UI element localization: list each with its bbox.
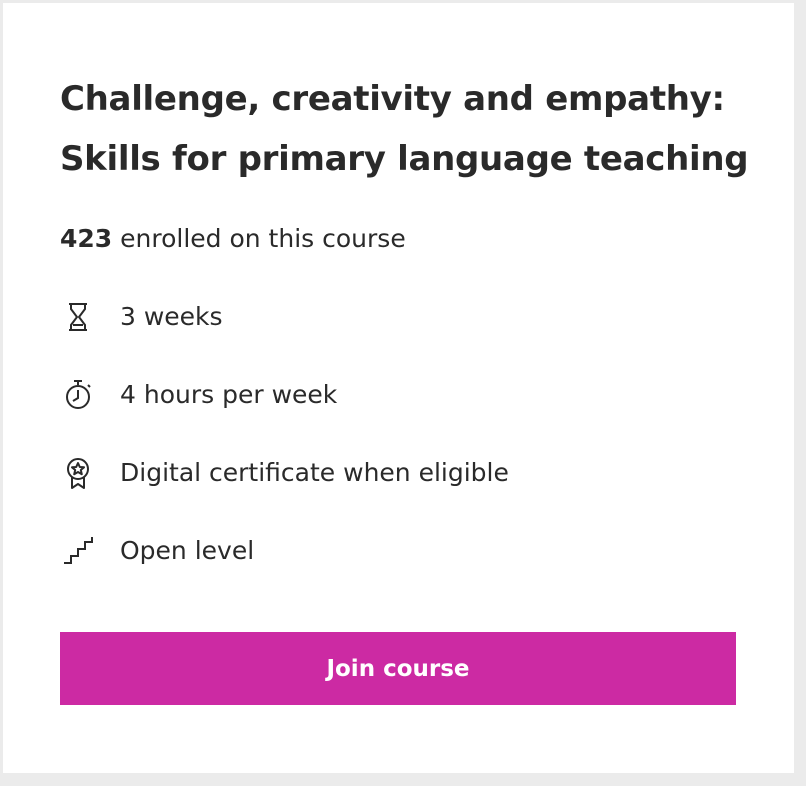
join-course-button[interactable]: Join course bbox=[60, 632, 736, 705]
course-title: Challenge, creativity and empathy: Skill… bbox=[60, 69, 760, 189]
course-card: Challenge, creativity and empathy: Skill… bbox=[3, 3, 794, 773]
course-title-line-1: Challenge, creativity and empathy: bbox=[60, 79, 725, 119]
feature-duration-label: 3 weeks bbox=[120, 302, 223, 331]
feature-level: Open level bbox=[58, 531, 254, 571]
enrolled-summary: 423 enrolled on this course bbox=[60, 221, 406, 257]
feature-certificate-label: Digital certificate when eligible bbox=[120, 458, 509, 487]
feature-weekly-hours: 4 hours per week bbox=[58, 375, 337, 415]
hourglass-icon bbox=[58, 297, 98, 337]
feature-duration: 3 weeks bbox=[58, 297, 223, 337]
feature-weekly-hours-label: 4 hours per week bbox=[120, 380, 338, 409]
stairs-icon bbox=[58, 531, 98, 571]
enrolled-count: 423 bbox=[60, 224, 113, 253]
certificate-icon bbox=[58, 453, 98, 493]
feature-level-label: Open level bbox=[120, 536, 255, 565]
enrolled-text: enrolled on this course bbox=[112, 224, 406, 253]
course-title-line-2: Skills for primary language teaching bbox=[60, 139, 749, 179]
stopwatch-icon bbox=[58, 375, 98, 415]
feature-certificate: Digital certificate when eligible bbox=[58, 453, 509, 493]
